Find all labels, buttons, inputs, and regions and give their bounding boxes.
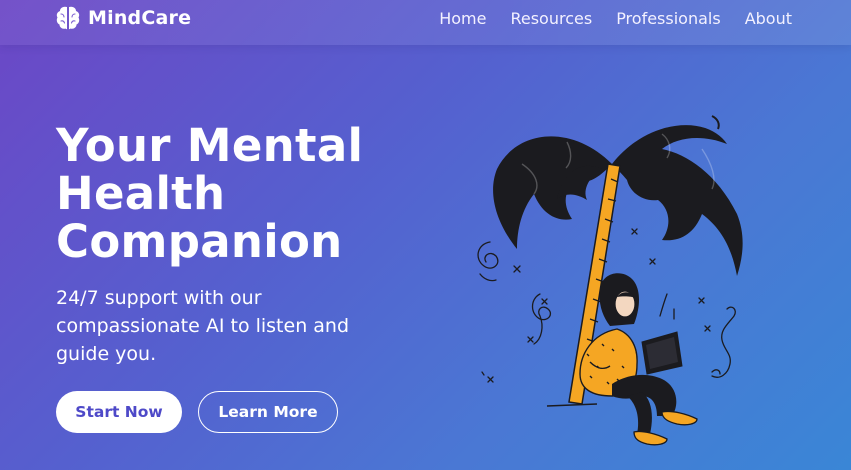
ground-line — [546, 403, 598, 407]
nav-link-resources[interactable]: Resources — [510, 9, 592, 28]
brand-logo[interactable]: MindCare — [56, 5, 191, 31]
palm-leaves — [493, 115, 743, 276]
hero-subtitle: 24/7 support with our compassionate AI t… — [56, 287, 350, 365]
nav-links: Home Resources Professionals About — [415, 9, 792, 28]
hero-title: Your Mental Health Companion — [56, 122, 436, 266]
nav-link-professionals[interactable]: Professionals — [616, 9, 721, 28]
nav-link-home[interactable]: Home — [439, 9, 486, 28]
nav-link-about[interactable]: About — [745, 9, 792, 28]
hero-illustration — [477, 115, 743, 446]
brand-name: MindCare — [88, 7, 192, 29]
start-now-button[interactable]: Start Now — [56, 391, 182, 433]
navbar: MindCare Home Resources Professionals Ab… — [0, 0, 851, 45]
hero-title-line3: Companion — [56, 215, 343, 268]
hero-title-line1: Your Mental — [56, 119, 364, 172]
landing-page: MindCare Home Resources Professionals Ab… — [0, 0, 851, 470]
learn-more-button[interactable]: Learn More — [198, 391, 338, 433]
hero-title-line2: Health — [56, 167, 226, 220]
brain-icon — [56, 6, 80, 30]
